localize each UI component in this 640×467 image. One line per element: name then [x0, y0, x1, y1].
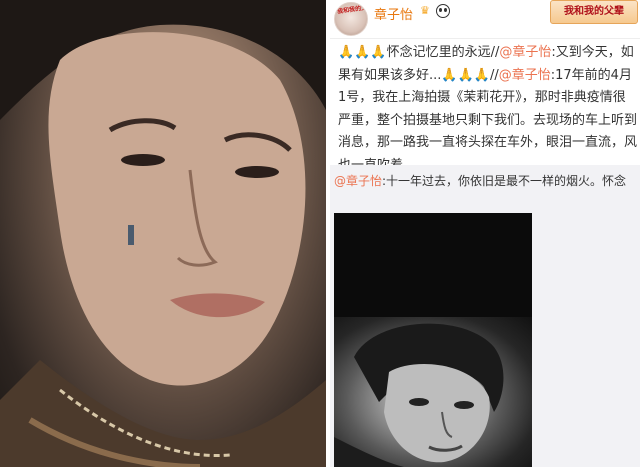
post-text: 🙏🙏🙏怀念记忆里的永远//@章子怡:又到今天，如果有如果该多好...🙏🙏🙏//@…	[338, 42, 638, 177]
repost-text: @章子怡:十一年过去，你依旧是最不一样的烟火。怀念	[334, 171, 634, 191]
avatar-caption: 我和我的父辈	[336, 3, 368, 16]
text-segment: //	[489, 67, 499, 83]
repost-mention-link[interactable]: @章子怡	[334, 174, 382, 188]
prayer-emoji: 🙏🙏🙏	[441, 67, 490, 83]
repost-block[interactable]: @章子怡:十一年过去，你依旧是最不一样的烟火。怀念	[330, 165, 640, 467]
prayer-emoji: 🙏🙏🙏	[338, 45, 387, 60]
username[interactable]: 章子怡	[374, 4, 413, 23]
weibo-post: 我和我的父辈 章子怡 ♛ 我和我的父辈 🙏🙏🙏怀念记忆里的永远//@章子怡:又到…	[330, 0, 640, 467]
film-still-photo	[0, 0, 326, 467]
portrait-illustration	[0, 0, 326, 467]
event-badge[interactable]: 我和我的父辈	[550, 0, 638, 24]
text-segment: 怀念记忆里的永远//	[386, 45, 500, 60]
portrait-illustration	[334, 323, 504, 467]
video-thumbnail[interactable]	[334, 213, 532, 467]
post-header: 我和我的父辈 章子怡 ♛ 我和我的父辈	[330, 0, 640, 38]
text-segment: :17年前的4月1号，我在上海拍摄《茉莉花开》，那时非典疫情很严重，整个拍摄基地…	[338, 67, 638, 173]
panda-icon	[436, 4, 450, 18]
repost-body: :十一年过去，你依旧是最不一样的烟火。怀念	[382, 174, 627, 188]
mention-link[interactable]: @章子怡	[499, 45, 551, 60]
header-divider	[330, 38, 640, 39]
mention-link[interactable]: @章子怡	[499, 68, 551, 83]
avatar[interactable]: 我和我的父辈	[334, 2, 368, 36]
crown-icon: ♛	[420, 4, 430, 17]
